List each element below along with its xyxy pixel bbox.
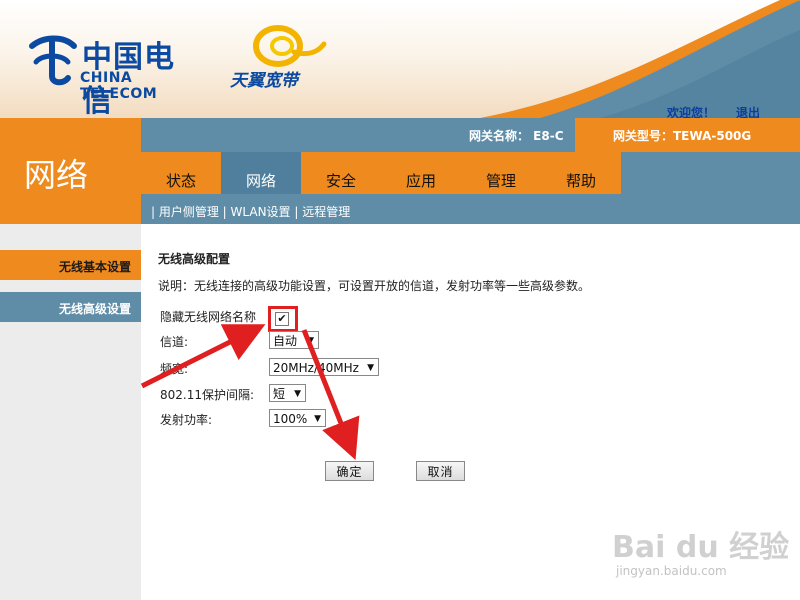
guard-interval-label: 802.11保护间隔: — [160, 388, 255, 402]
china-telecom-logo: 中国电信 CHINA TELECOM — [24, 30, 204, 118]
main-tabs: 状态 网络 安全 应用 管理 帮助 — [141, 152, 621, 194]
welcome-text: 欢迎您！ — [667, 106, 716, 118]
hide-ssid-highlight-box: ✔ — [268, 306, 298, 332]
tab-label: 网络 — [245, 172, 276, 190]
gateway-model: 网关型号：TEWA-500G — [613, 129, 752, 143]
channel-value: 自动 — [273, 334, 298, 348]
gateway-name: 网关名称： E8-C — [469, 129, 564, 143]
tianyi-logo-icon — [253, 25, 327, 67]
channel-select[interactable]: 自动 ▼ — [269, 331, 319, 349]
bandwidth-value: 20MHz/40MHz — [273, 361, 359, 375]
section-title: 网络 — [24, 156, 89, 194]
dropdown-arrow-icon: ▼ — [314, 414, 321, 424]
tab-security[interactable]: 安全 — [301, 152, 381, 194]
ok-button[interactable]: 确定 — [325, 461, 374, 481]
sub-navigation: | 用户侧管理 | WLAN设置 | 远程管理 — [141, 194, 800, 224]
tab-application[interactable]: 应用 — [381, 152, 461, 194]
tianyi-broadband-logo: 天翼宽带 — [228, 22, 328, 92]
sidebar: 无线基本设置 无线高级设置 — [0, 224, 141, 600]
guard-interval-value: 短 — [273, 387, 286, 401]
logout-link[interactable]: 退出 — [736, 104, 760, 118]
tx-power-label: 发射功率: — [160, 413, 213, 427]
form-title: 无线高级配置 — [158, 252, 231, 266]
tx-power-select[interactable]: 100% ▼ — [269, 409, 326, 427]
subnav-links[interactable]: | 用户侧管理 | WLAN设置 | 远程管理 — [151, 203, 350, 220]
guard-interval-select[interactable]: 短 ▼ — [269, 384, 306, 402]
tx-power-value: 100% — [273, 412, 308, 426]
tab-status[interactable]: 状态 — [141, 152, 221, 194]
brand2-text: 天翼宽带 — [230, 71, 298, 91]
hide-ssid-checkbox[interactable]: ✔ — [275, 312, 289, 326]
telecom-logo-icon — [29, 35, 77, 86]
tab-help[interactable]: 帮助 — [541, 152, 621, 194]
tab-label: 帮助 — [565, 172, 596, 190]
watermark-text: Bai du 经验 — [612, 530, 790, 565]
tab-label: 安全 — [325, 172, 356, 190]
tab-label: 应用 — [405, 172, 436, 190]
dropdown-arrow-icon: ▼ — [367, 363, 374, 373]
channel-label: 信道: — [160, 335, 189, 349]
gateway-model-box: 网关型号：TEWA-500G — [575, 118, 800, 152]
sidebar-item-label: 无线高级设置 — [58, 302, 131, 316]
tab-network[interactable]: 网络 — [221, 152, 301, 194]
logo-text-en: CHINA TELECOM — [80, 70, 158, 102]
dropdown-arrow-icon: ▼ — [307, 336, 314, 346]
sidebar-item-wireless-basic[interactable]: 无线基本设置 — [0, 250, 141, 280]
form-description: 说明：无线连接的高级功能设置，可设置开放的信道，发射功率等一些高级参数。 — [158, 279, 591, 293]
watermark-url: jingyan.baidu.com — [616, 564, 727, 578]
dropdown-arrow-icon: ▼ — [294, 389, 301, 399]
top-navbar: 网关名称： E8-C 网关型号：TEWA-500G 状态 网络 安全 应用 管理… — [141, 118, 800, 224]
baidu-watermark: Bai du 经验 jingyan.baidu.com — [592, 512, 792, 582]
tab-label: 状态 — [165, 172, 196, 190]
sidebar-item-wireless-advanced[interactable]: 无线高级设置 — [0, 292, 141, 322]
tab-management[interactable]: 管理 — [461, 152, 541, 194]
cancel-button[interactable]: 取消 — [416, 461, 465, 481]
bandwidth-label: 频宽: — [160, 362, 189, 376]
sidebar-item-label: 无线基本设置 — [58, 260, 131, 274]
tab-label: 管理 — [485, 172, 516, 190]
bandwidth-select[interactable]: 20MHz/40MHz ▼ — [269, 358, 379, 376]
hide-ssid-label: 隐藏无线网络名称 — [160, 310, 257, 324]
section-title-block: 网络 — [0, 118, 141, 224]
page-header: 中国电信 CHINA TELECOM 天翼宽带 欢迎您！ 退出 — [0, 0, 800, 118]
